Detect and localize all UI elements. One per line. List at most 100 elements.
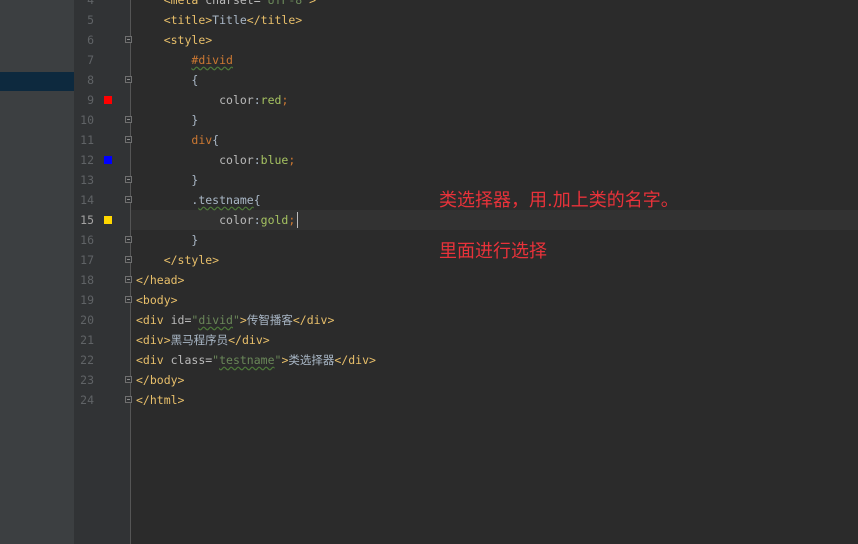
line-number: 8 bbox=[87, 73, 94, 87]
fold-marker-icon[interactable] bbox=[125, 36, 132, 43]
color-swatch-icon[interactable] bbox=[104, 96, 112, 104]
line-number: 6 bbox=[87, 33, 94, 47]
code-token: ; bbox=[281, 93, 289, 107]
fold-marker-icon[interactable] bbox=[125, 116, 132, 123]
color-swatch-icon[interactable] bbox=[104, 216, 112, 224]
code-token: class= bbox=[170, 353, 213, 367]
fold-marker-icon[interactable] bbox=[125, 176, 132, 183]
color-swatch-icon[interactable] bbox=[104, 156, 112, 164]
code-token: gold bbox=[260, 213, 289, 227]
line-number: 17 bbox=[80, 253, 94, 267]
code-line[interactable]: </head> bbox=[136, 270, 184, 290]
code-line[interactable]: <title>Title</title> bbox=[136, 10, 302, 30]
code-token: </html> bbox=[136, 393, 185, 407]
line-number: 13 bbox=[80, 173, 94, 187]
line-number: 10 bbox=[80, 113, 94, 127]
code-line[interactable]: </html> bbox=[136, 390, 184, 410]
code-token: testname bbox=[198, 193, 254, 207]
code-token: > bbox=[309, 0, 317, 7]
code-line[interactable]: color:blue; bbox=[136, 150, 295, 170]
code-token: </div> bbox=[334, 353, 376, 367]
code-token: Title bbox=[212, 13, 247, 27]
code-token: } bbox=[136, 173, 199, 187]
code-line[interactable]: } bbox=[136, 110, 198, 130]
code-line[interactable]: } bbox=[136, 170, 198, 190]
code-token: { bbox=[253, 193, 261, 207]
code-token: div bbox=[191, 133, 213, 147]
code-token: </body> bbox=[136, 373, 185, 387]
code-token: ; bbox=[288, 153, 296, 167]
code-token: : bbox=[253, 153, 261, 167]
annotation-line-2: 里面进行选择 bbox=[439, 241, 547, 262]
code-line[interactable]: </body> bbox=[136, 370, 184, 390]
code-token: red bbox=[260, 93, 282, 107]
code-line[interactable]: <style> bbox=[136, 30, 212, 50]
code-line[interactable]: .testname{ bbox=[136, 190, 261, 210]
code-token: 黑马程序员 bbox=[170, 333, 229, 347]
code-token: color bbox=[219, 153, 254, 167]
code-line[interactable]: <div id="divid">传智播客</div> bbox=[136, 310, 334, 330]
project-sidebar[interactable] bbox=[0, 0, 74, 544]
code-token: id= bbox=[170, 313, 192, 327]
fold-marker-icon[interactable] bbox=[125, 76, 132, 83]
fold-marker-icon[interactable] bbox=[125, 396, 132, 403]
line-number: 22 bbox=[80, 353, 94, 367]
line-number: 9 bbox=[87, 93, 94, 107]
fold-marker-icon[interactable] bbox=[125, 296, 132, 303]
code-line[interactable]: </style> bbox=[136, 250, 219, 270]
code-token: : bbox=[253, 213, 261, 227]
sidebar-selected-item[interactable] bbox=[0, 72, 74, 91]
fold-marker-icon[interactable] bbox=[125, 236, 132, 243]
code-line[interactable]: <meta charset="UTF-8"> bbox=[136, 0, 316, 10]
code-token: color bbox=[219, 213, 254, 227]
code-token: </title> bbox=[246, 13, 303, 27]
code-token: </div> bbox=[228, 333, 270, 347]
code-token: divid bbox=[198, 313, 233, 327]
code-line[interactable]: <div class="testname">类选择器</div> bbox=[136, 350, 376, 370]
code-token: } bbox=[136, 233, 199, 247]
code-token: { bbox=[212, 133, 220, 147]
text-caret bbox=[297, 212, 298, 228]
code-line[interactable]: <body> bbox=[136, 290, 178, 310]
line-number: 12 bbox=[80, 153, 94, 167]
code-line[interactable]: { bbox=[136, 70, 198, 90]
line-number: 4 bbox=[87, 0, 94, 7]
code-token: <style> bbox=[163, 33, 213, 47]
code-token: <div bbox=[136, 313, 171, 327]
fold-marker-icon[interactable] bbox=[125, 196, 132, 203]
line-number: 18 bbox=[80, 273, 94, 287]
line-number: 24 bbox=[80, 393, 94, 407]
code-token: <div bbox=[136, 353, 171, 367]
code-line[interactable]: } bbox=[136, 230, 198, 250]
code-token: : bbox=[253, 93, 261, 107]
code-token: 类选择器 bbox=[288, 353, 335, 367]
fold-marker-icon[interactable] bbox=[125, 376, 132, 383]
code-line[interactable]: #divid bbox=[136, 50, 233, 70]
code-line[interactable]: color:red; bbox=[136, 90, 288, 110]
code-token: "UTF-8" bbox=[260, 0, 310, 7]
code-token: testname bbox=[219, 353, 275, 367]
line-number: 20 bbox=[80, 313, 94, 327]
line-number: 11 bbox=[80, 133, 94, 147]
code-token: { bbox=[136, 73, 199, 87]
line-number: 5 bbox=[87, 13, 94, 27]
annotation-line-1: 类选择器，用.加上类的名字。 bbox=[439, 190, 679, 211]
line-number: 21 bbox=[80, 333, 94, 347]
code-token: 传智播客 bbox=[246, 313, 293, 327]
code-token: } bbox=[136, 113, 199, 127]
code-line[interactable]: div{ bbox=[136, 130, 219, 150]
line-number: 19 bbox=[80, 293, 94, 307]
fold-marker-icon[interactable] bbox=[125, 256, 132, 263]
code-line[interactable]: <div>黑马程序员</div> bbox=[136, 330, 270, 350]
fold-marker-icon[interactable] bbox=[125, 136, 132, 143]
code-token: </div> bbox=[292, 313, 335, 327]
code-line[interactable]: color:gold; bbox=[136, 210, 295, 230]
fold-marker-icon[interactable] bbox=[125, 276, 132, 283]
code-token: blue bbox=[260, 153, 289, 167]
